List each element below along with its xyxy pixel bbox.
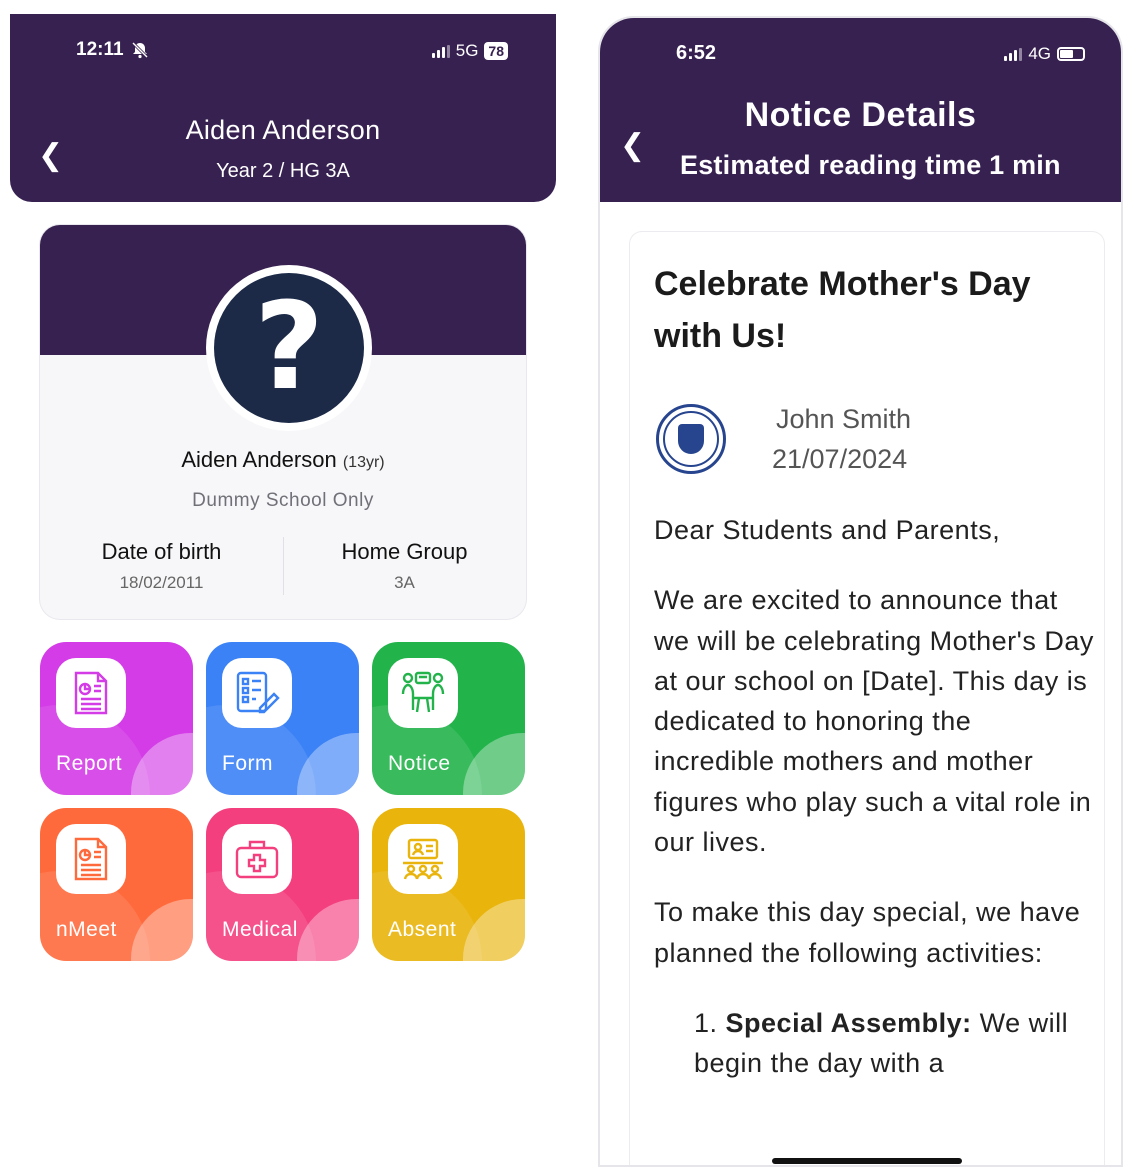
avatar: ?	[206, 265, 372, 431]
home-indicator[interactable]	[772, 1158, 962, 1164]
tile-notice[interactable]: Notice	[372, 642, 525, 795]
list-item-title: Special Assembly:	[725, 1007, 972, 1038]
tile-report[interactable]: Report	[40, 642, 193, 795]
notice-icon	[388, 658, 458, 728]
tile-label: Notice	[388, 752, 451, 775]
report-icon	[56, 658, 126, 728]
status-indicators: 4G	[1004, 44, 1085, 64]
tile-form[interactable]: Form	[206, 642, 359, 795]
battery-icon: 78	[484, 42, 508, 60]
network-label: 5G	[455, 41, 479, 60]
header-title: Notice Details	[744, 96, 977, 134]
student-profile-card: ? Aiden Anderson (13yr) Dummy School Onl…	[40, 225, 526, 619]
tile-label: Form	[222, 752, 273, 775]
tile-nmeet[interactable]: nMeet	[40, 808, 193, 961]
status-time: 12:11	[76, 39, 149, 61]
notice-card: Celebrate Mother's Day with Us! John Smi…	[630, 232, 1104, 1165]
notice-body: Dear Students and Parents, We are excite…	[654, 510, 1094, 1084]
tile-medical[interactable]: Medical	[206, 808, 359, 961]
notice-paragraph: To make this day special, we have planne…	[654, 897, 1081, 968]
notice-paragraph: We are excited to announce that we will …	[654, 585, 1094, 858]
header-subtitle: Year 2 / HG 3A	[216, 160, 350, 182]
medical-kit-icon	[222, 824, 292, 894]
battery-icon	[1057, 47, 1085, 61]
right-header-bar: 6:52 4G ❮ Notice Details Estimated readi…	[600, 18, 1121, 202]
home-group-section: Home Group 3A	[283, 539, 526, 593]
student-age: (13yr)	[342, 454, 385, 471]
dob-label: Date of birth	[101, 539, 222, 564]
question-mark-icon: ?	[214, 273, 364, 423]
bell-muted-icon	[131, 41, 148, 59]
dob-section: Date of birth 18/02/2011	[40, 539, 283, 593]
status-indicators: 5G 78	[431, 41, 508, 61]
right-phone-screen: 6:52 4G ❮ Notice Details Estimated readi…	[598, 16, 1123, 1167]
dob-value: 18/02/2011	[119, 573, 204, 592]
tile-absent[interactable]: Absent	[372, 808, 525, 961]
meeting-icon	[56, 824, 126, 894]
tile-label: nMeet	[56, 918, 117, 941]
list-item: 1. Special Assembly: We will begin the d…	[694, 1007, 1069, 1079]
reading-time-subtitle: Estimated reading time 1 min	[680, 150, 1061, 180]
status-time: 6:52	[676, 42, 717, 64]
school-name: Dummy School Only	[192, 490, 374, 511]
tile-label: Absent	[388, 918, 457, 941]
school-logo-icon	[656, 404, 726, 474]
tile-label: Report	[56, 752, 123, 775]
notice-title: Celebrate Mother's Day with Us!	[654, 265, 1031, 355]
left-header-bar: 12:11 5G 78 ❮ Aiden Anderson Year 2 / HG…	[10, 14, 556, 202]
signal-icon	[1004, 47, 1023, 61]
signal-icon	[431, 44, 450, 58]
notice-greeting: Dear Students and Parents,	[654, 515, 1001, 545]
activity-list: 1. Special Assembly: We will begin the d…	[694, 1003, 1094, 1084]
student-name-line: Aiden Anderson (13yr)	[40, 447, 526, 473]
author-name: John Smith	[776, 404, 912, 434]
attendance-icon	[388, 824, 458, 894]
notice-date: 21/07/2024	[772, 444, 908, 474]
student-name: Aiden Anderson	[181, 447, 337, 472]
home-group-label: Home Group	[341, 539, 468, 564]
network-label: 4G	[1028, 44, 1051, 63]
tile-label: Medical	[222, 918, 298, 941]
home-group-value: 3A	[394, 573, 415, 592]
form-icon	[222, 658, 292, 728]
header-title: Aiden Anderson	[185, 115, 381, 145]
